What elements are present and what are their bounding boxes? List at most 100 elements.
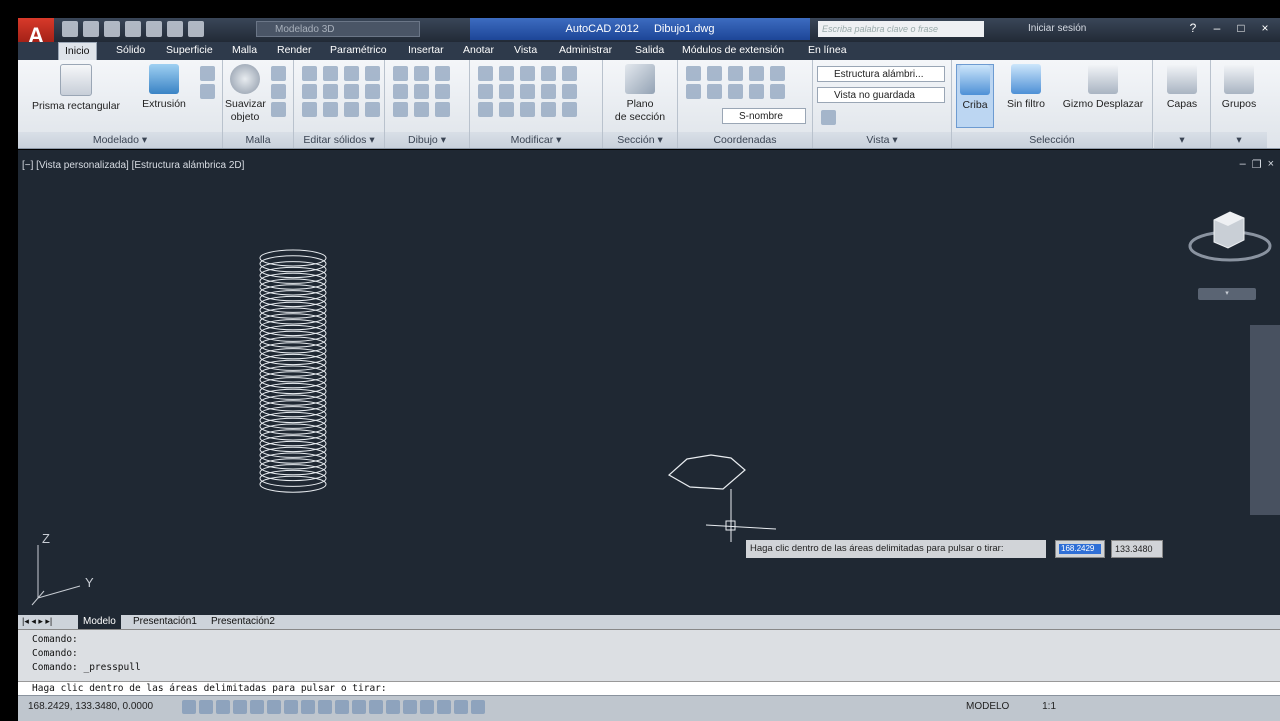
- slice-icon[interactable]: [365, 66, 380, 81]
- dynamic-input-y[interactable]: 133.3480: [1111, 540, 1163, 558]
- criba-button[interactable]: Criba: [956, 64, 994, 128]
- dynamic-input-x[interactable]: 168.2429: [1055, 540, 1105, 558]
- quick-props-icon[interactable]: [369, 700, 383, 714]
- move-icon[interactable]: [520, 66, 535, 81]
- plano-de-seccion-button[interactable]: Plano de sección: [607, 64, 673, 124]
- panel-label-modelado[interactable]: Modelado ▾: [18, 132, 222, 148]
- ucs-x-icon[interactable]: [728, 84, 743, 99]
- ortho-icon[interactable]: [216, 700, 230, 714]
- panel-label-malla[interactable]: Malla: [223, 132, 293, 148]
- tab-en-linea[interactable]: En línea: [802, 42, 853, 60]
- prisma-rectangular-button[interactable]: Prisma rectangular: [28, 64, 124, 113]
- tab-administrar[interactable]: Administrar: [553, 42, 618, 60]
- command-input[interactable]: Haga clic dentro de las áreas delimitada…: [18, 681, 1280, 695]
- tab-presentacion2[interactable]: Presentación2: [206, 615, 280, 629]
- tab-solido[interactable]: Sólido: [110, 42, 151, 60]
- ucs-icon[interactable]: [686, 66, 701, 81]
- wcs-menu[interactable]: ▾: [1198, 288, 1256, 300]
- grupos-button[interactable]: Grupos: [1215, 64, 1263, 111]
- otrack-icon[interactable]: [284, 700, 298, 714]
- tab-parametrico[interactable]: Paramétrico: [324, 42, 393, 60]
- mesh-tool-3-icon[interactable]: [271, 102, 286, 117]
- help-icon[interactable]: ?: [1184, 20, 1202, 36]
- signin-link[interactable]: Iniciar sesión: [1028, 21, 1086, 37]
- filter-toggle-icon[interactable]: [437, 700, 451, 714]
- navigation-bar[interactable]: [1250, 325, 1280, 515]
- ucs-3point-icon[interactable]: [749, 66, 764, 81]
- maximize-icon[interactable]: □: [1232, 20, 1250, 36]
- stretch-icon[interactable]: [520, 102, 535, 117]
- tpress-icon[interactable]: [471, 700, 485, 714]
- undo-icon[interactable]: [167, 21, 183, 37]
- rotate-3d-icon[interactable]: [499, 84, 514, 99]
- ucs-named-icon[interactable]: [770, 66, 785, 81]
- annotation-monitor-icon[interactable]: [403, 700, 417, 714]
- tab-modulos-extension[interactable]: Módulos de extensión: [676, 42, 790, 60]
- arc-icon[interactable]: [435, 66, 450, 81]
- navigation-cube[interactable]: [1188, 206, 1272, 266]
- sin-filtro-button[interactable]: Sin filtro: [996, 64, 1056, 111]
- thicken-icon[interactable]: [344, 84, 359, 99]
- suavizar-objeto-button[interactable]: Suavizar objeto: [225, 64, 266, 124]
- panel-label-dibujo[interactable]: Dibujo ▾: [385, 132, 469, 148]
- fillet-icon[interactable]: [562, 84, 577, 99]
- transparency-icon[interactable]: [352, 700, 366, 714]
- tab-inicio[interactable]: Inicio: [58, 42, 97, 61]
- tab-render[interactable]: Render: [271, 42, 317, 60]
- intersect-icon[interactable]: [344, 66, 359, 81]
- panel-label-seleccion[interactable]: Selección: [952, 132, 1152, 148]
- mirror-icon[interactable]: [541, 66, 556, 81]
- open-icon[interactable]: [83, 21, 99, 37]
- extract-icon[interactable]: [365, 84, 380, 99]
- tab-nav-arrows-icon[interactable]: |◂ ◂ ▸ ▸|: [22, 616, 52, 627]
- viewport-config-icon[interactable]: [821, 110, 836, 125]
- rectangle-icon[interactable]: [414, 102, 429, 117]
- ucs-y-icon[interactable]: [749, 84, 764, 99]
- polygon-icon[interactable]: [393, 102, 408, 117]
- osnap-icon[interactable]: [250, 700, 264, 714]
- chamfer-edge-icon[interactable]: [323, 102, 338, 117]
- hatch-icon[interactable]: [541, 102, 556, 117]
- ucs-object-icon[interactable]: [707, 84, 722, 99]
- close-icon[interactable]: ×: [1256, 20, 1274, 36]
- tab-malla[interactable]: Malla: [226, 42, 263, 60]
- trim-icon[interactable]: [562, 66, 577, 81]
- tab-presentacion1[interactable]: Presentación1: [128, 615, 202, 629]
- tab-anotar[interactable]: Anotar: [457, 42, 500, 60]
- panel-label-seccion[interactable]: Sección ▾: [603, 132, 677, 148]
- panel-label-coordenadas[interactable]: Coordenadas: [678, 132, 812, 148]
- ducs-icon[interactable]: [301, 700, 315, 714]
- circle-icon[interactable]: [414, 84, 429, 99]
- dyn-icon[interactable]: [318, 700, 332, 714]
- drawing-viewport[interactable]: [−] [Vista personalizada] [Estructura al…: [18, 150, 1280, 615]
- line-icon[interactable]: [414, 66, 429, 81]
- align-icon[interactable]: [478, 84, 493, 99]
- ellipse-icon[interactable]: [435, 84, 450, 99]
- ucs-origin-icon[interactable]: [728, 66, 743, 81]
- gizmo-desplazar-button[interactable]: Gizmo Desplazar: [1058, 64, 1148, 111]
- culling-toggle-icon[interactable]: [454, 700, 468, 714]
- visual-style-dropdown[interactable]: Estructura alámbri...: [817, 66, 945, 82]
- ucs-name-dropdown[interactable]: S-nombre: [722, 108, 806, 124]
- new-icon[interactable]: [62, 21, 78, 37]
- redo-icon[interactable]: [188, 21, 204, 37]
- panel-label-editar-solidos[interactable]: Editar sólidos ▾: [294, 132, 384, 148]
- search-input[interactable]: Escriba palabra clave o frase: [818, 21, 984, 37]
- mesh-tool-1-icon[interactable]: [271, 66, 286, 81]
- subtract-icon[interactable]: [323, 66, 338, 81]
- panel-label-vista[interactable]: Vista ▾: [813, 132, 951, 148]
- panel-label-modificar[interactable]: Modificar ▾: [470, 132, 602, 148]
- save-icon[interactable]: [104, 21, 120, 37]
- polar-icon[interactable]: [233, 700, 247, 714]
- imprint-icon[interactable]: [344, 102, 359, 117]
- workspace-dropdown[interactable]: Modelado 3D: [256, 21, 420, 37]
- ucs-z-icon[interactable]: [770, 84, 785, 99]
- shell-icon[interactable]: [302, 84, 317, 99]
- explode-icon[interactable]: [499, 102, 514, 117]
- rotate-icon[interactable]: [520, 84, 535, 99]
- snap-icon[interactable]: [182, 700, 196, 714]
- named-view-dropdown[interactable]: Vista no guardada: [817, 87, 945, 103]
- presspull-icon[interactable]: [200, 66, 215, 81]
- mesh-tool-2-icon[interactable]: [271, 84, 286, 99]
- gizmo-toggle-icon[interactable]: [420, 700, 434, 714]
